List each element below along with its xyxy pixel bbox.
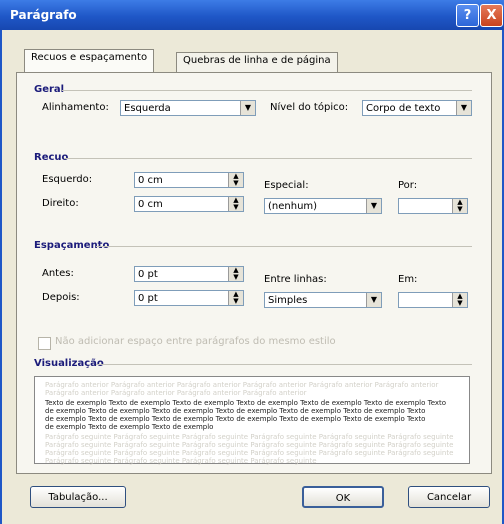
chevron-down-icon[interactable]: ▼ <box>240 101 255 115</box>
dont-add-space-checkbox[interactable] <box>38 337 51 350</box>
indent-left-value: 0 cm <box>138 175 163 186</box>
chevron-down-icon[interactable]: ▼ <box>456 101 471 115</box>
spacing-after-value: 0 pt <box>138 293 158 304</box>
indent-right-label: Direito: <box>42 198 79 209</box>
preview-line: de exemplo Texto de exemplo Texto de exe… <box>45 407 426 415</box>
preview-line: Parágrafo anterior Parágrafo anterior Pa… <box>45 389 307 397</box>
close-button[interactable]: X <box>480 4 503 27</box>
spinner-icon[interactable]: ▲ ▼ <box>452 293 467 307</box>
by-label: Por: <box>398 180 418 191</box>
spinner-icon[interactable]: ▲ ▼ <box>228 197 243 211</box>
preview-line: Parágrafo anterior Parágrafo anterior Pa… <box>45 381 439 389</box>
indent-left-field[interactable]: 0 cm ▲ ▼ <box>134 172 244 188</box>
outline-level-label: Nível do tópico: <box>270 102 349 113</box>
section-divider <box>96 246 472 247</box>
alignment-label: Alinhamento: <box>42 102 109 113</box>
line-spacing-label: Entre linhas: <box>264 274 327 285</box>
section-divider <box>64 158 472 159</box>
special-select[interactable]: (nenhum) ▼ <box>264 198 382 214</box>
preview-pane: Parágrafo anterior Parágrafo anterior Pa… <box>34 376 470 465</box>
preview-line: Parágrafo seguinte Parágrafo seguinte Pa… <box>45 433 454 441</box>
chevron-down-icon[interactable]: ▼ <box>366 293 381 307</box>
spacing-before-field[interactable]: 0 pt ▲ ▼ <box>134 266 244 282</box>
dont-add-space-label: Não adicionar espaço entre parágrafos do… <box>55 336 336 347</box>
preview-line: Texto de exemplo Texto de exemplo Texto … <box>45 399 447 407</box>
spinner-icon[interactable]: ▲ ▼ <box>452 199 467 213</box>
spacing-before-label: Antes: <box>42 268 74 279</box>
preview-line: Parágrafo seguinte Parágrafo seguinte Pa… <box>45 457 317 465</box>
preview-line: de exemplo Texto de exemplo Texto de exe… <box>45 423 214 431</box>
line-spacing-select[interactable]: Simples ▼ <box>264 292 382 308</box>
at-field[interactable]: ▲ ▼ <box>398 292 468 308</box>
spinner-icon[interactable]: ▲ ▼ <box>228 173 243 187</box>
tab-line-page-breaks[interactable]: Quebras de linha e de página <box>176 52 338 73</box>
outline-level-select[interactable]: Corpo de texto ▼ <box>362 100 472 116</box>
tab-indents-spacing[interactable]: Recuos e espaçamento <box>24 49 155 74</box>
spacing-before-value: 0 pt <box>138 269 158 280</box>
section-divider <box>96 364 472 365</box>
preview-line: Parágrafo seguinte Parágrafo seguinte Pa… <box>45 441 454 449</box>
section-divider <box>62 90 472 91</box>
spinner-icon[interactable]: ▲ ▼ <box>228 291 243 305</box>
alignment-value: Esquerda <box>124 103 171 114</box>
indent-left-label: Esquerdo: <box>42 174 93 185</box>
ok-button[interactable]: OK <box>302 486 384 508</box>
at-label: Em: <box>398 274 418 285</box>
help-button[interactable]: ? <box>456 4 479 27</box>
section-preview: Visualização <box>34 358 104 369</box>
spinner-icon[interactable]: ▲ ▼ <box>228 267 243 281</box>
indent-right-field[interactable]: 0 cm ▲ ▼ <box>134 196 244 212</box>
window-title: Parágrafo <box>10 8 77 22</box>
line-spacing-value: Simples <box>268 295 308 306</box>
cancel-button[interactable]: Cancelar <box>408 486 490 508</box>
chevron-down-icon[interactable]: ▼ <box>366 199 381 213</box>
outline-level-value: Corpo de texto <box>366 103 441 114</box>
section-general: Geral <box>34 84 65 95</box>
tabs-button[interactable]: Tabulação... <box>30 486 126 508</box>
special-label: Especial: <box>264 180 309 191</box>
indent-right-value: 0 cm <box>138 199 163 210</box>
preview-line: Parágrafo seguinte Parágrafo seguinte Pa… <box>45 449 454 457</box>
by-field[interactable]: ▲ ▼ <box>398 198 468 214</box>
preview-line: de exemplo Texto de exemplo Texto de exe… <box>45 415 426 423</box>
title-bar: Parágrafo ? X <box>0 0 504 30</box>
alignment-select[interactable]: Esquerda ▼ <box>120 100 256 116</box>
special-value: (nenhum) <box>268 201 318 212</box>
spacing-after-label: Depois: <box>42 292 80 303</box>
spacing-after-field[interactable]: 0 pt ▲ ▼ <box>134 290 244 306</box>
